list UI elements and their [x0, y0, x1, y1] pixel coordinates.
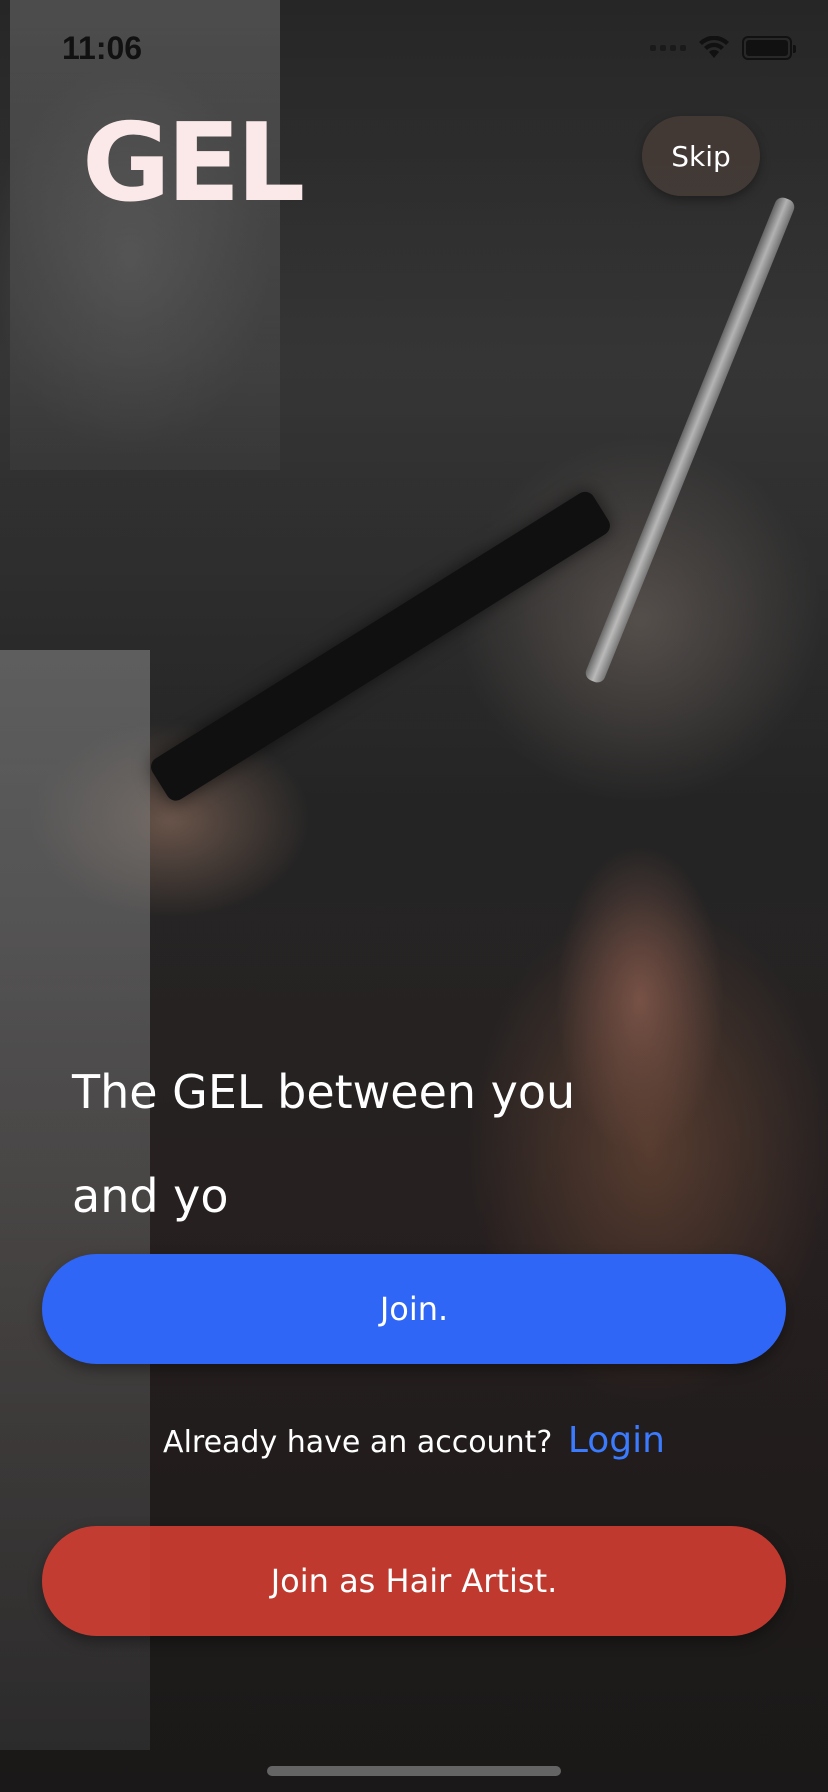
status-icons	[650, 36, 796, 60]
login-prompt: Already have an account?	[163, 1425, 553, 1460]
gel-logo: GEL	[82, 101, 305, 226]
status-time: 11:06	[62, 30, 143, 66]
status-bar: 11:06	[0, 0, 828, 100]
tagline-line-1: The GEL between you	[72, 1065, 576, 1119]
signal-icon	[650, 45, 686, 51]
join-as-hair-artist-button[interactable]: Join as Hair Artist.	[42, 1526, 786, 1636]
login-row: Already have an account? Login	[0, 1420, 828, 1461]
battery-icon	[742, 36, 796, 60]
home-indicator	[267, 1766, 561, 1776]
tagline-line-2: and yo	[72, 1169, 229, 1223]
background-overlay	[0, 0, 828, 1792]
tagline: The GEL between you and yo	[72, 1040, 752, 1248]
login-link[interactable]: Login	[568, 1420, 665, 1461]
join-button[interactable]: Join.	[42, 1254, 786, 1364]
skip-button[interactable]: Skip	[642, 116, 760, 196]
wifi-icon	[699, 36, 729, 58]
